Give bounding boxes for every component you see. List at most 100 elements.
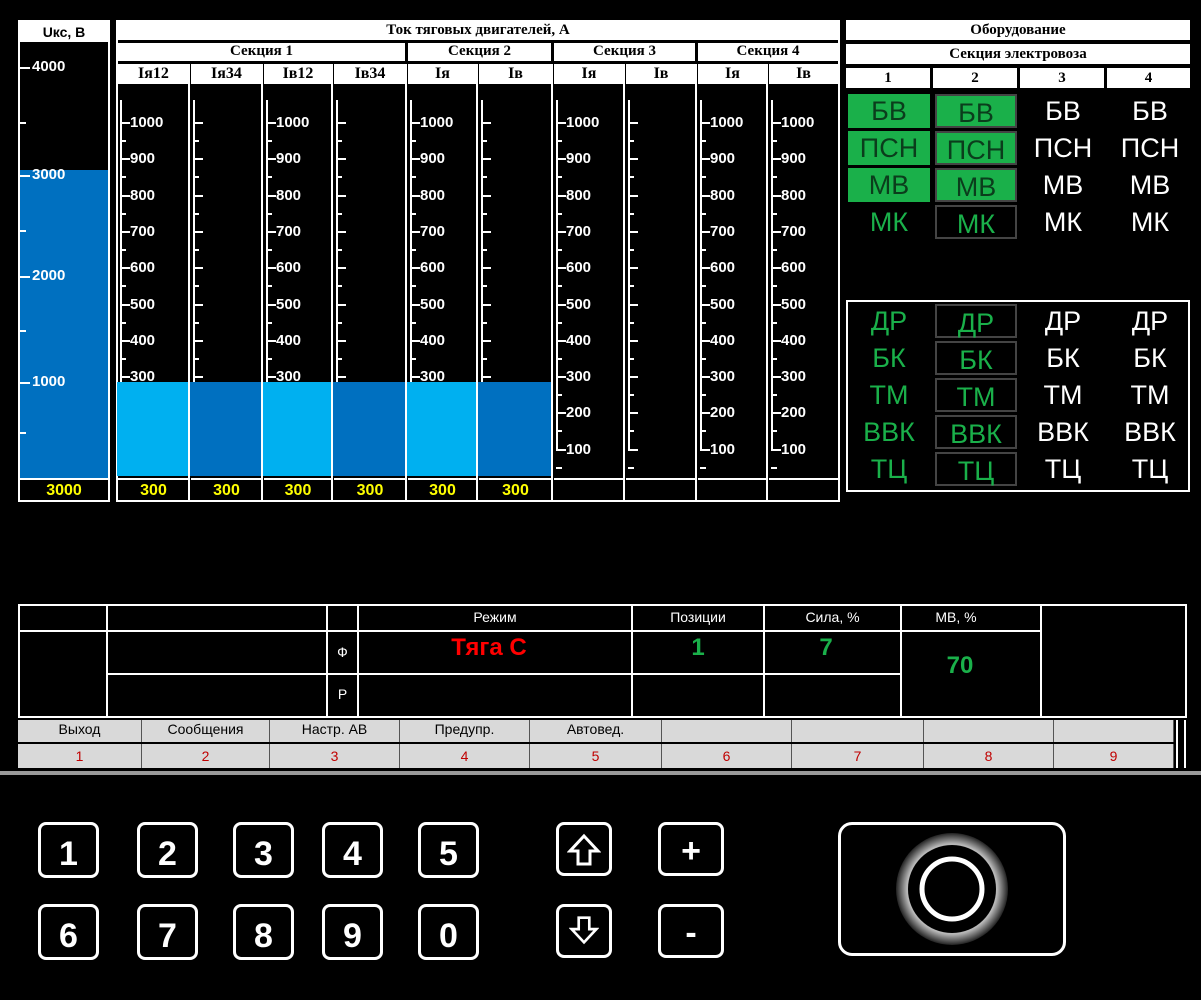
scale-tick: [266, 339, 276, 342]
scale-label: 900: [420, 150, 446, 168]
key-5[interactable]: 5: [418, 822, 479, 878]
scale-label: 900: [566, 150, 592, 168]
key-7[interactable]: 7: [137, 904, 198, 960]
current-value: 300: [118, 478, 189, 502]
scale-label: 800: [420, 186, 446, 204]
scale-minor-tick: [628, 248, 634, 251]
scale-minor-tick: [628, 285, 634, 288]
equipment-indicator: ВВК: [1124, 417, 1176, 447]
scale-label: 800: [710, 186, 736, 204]
scale-tick: [193, 230, 203, 233]
scale-minor-tick: [628, 430, 634, 433]
scale-minor-tick: [628, 140, 634, 142]
column-divider: [551, 64, 553, 502]
arrow-up-button[interactable]: [556, 822, 612, 876]
column-header: Iя: [698, 64, 767, 84]
equipment-indicator: МК: [869, 207, 909, 237]
scale-tick: [336, 194, 346, 197]
current-bar: [478, 382, 553, 476]
scale-tick: [481, 194, 491, 197]
scale-minor-tick: [628, 357, 634, 360]
scale-label: 400: [566, 331, 592, 349]
scale-label: 500: [130, 295, 156, 313]
minus-button[interactable]: -: [658, 904, 724, 958]
scale-tick: [336, 376, 346, 379]
scale-axis: [700, 100, 702, 450]
scale-label: 500: [710, 295, 736, 313]
scale-label: 600: [130, 259, 156, 277]
key-0[interactable]: 0: [418, 904, 479, 960]
scale-tick: [628, 303, 638, 306]
scale-tick: [481, 122, 491, 124]
scale-tick: [771, 448, 781, 451]
function-key-edge: [1176, 720, 1186, 768]
positions-label: Позиции: [670, 609, 726, 625]
function-key-9[interactable]: [1054, 720, 1174, 742]
scale-minor-tick: [193, 140, 199, 142]
scale-tick: [771, 339, 781, 342]
scale-minor-tick: [336, 321, 342, 324]
arrow-down-button[interactable]: [556, 904, 612, 958]
scale-tick: [120, 122, 130, 124]
function-key-5[interactable]: Автовед.: [530, 720, 662, 742]
scale-minor-tick: [771, 248, 777, 251]
function-key-1[interactable]: Выход: [18, 720, 142, 742]
scale-tick: [771, 267, 781, 270]
equipment-indicator: ТМ: [1043, 380, 1083, 410]
function-key-7[interactable]: [792, 720, 924, 742]
voltage-tick: [20, 175, 30, 177]
scale-minor-tick: [556, 212, 562, 215]
column-header: Iв: [626, 64, 696, 84]
scale-minor-tick: [556, 176, 562, 179]
key-4[interactable]: 4: [322, 822, 383, 878]
function-key-2[interactable]: Сообщения: [142, 720, 270, 742]
function-key-8[interactable]: [924, 720, 1054, 742]
rotary-knob-button[interactable]: [838, 822, 1066, 956]
voltage-minor-tick: [20, 432, 26, 434]
key-9[interactable]: 9: [322, 904, 383, 960]
scale-minor-tick: [481, 248, 487, 251]
scale-minor-tick: [628, 466, 634, 469]
scale-minor-tick: [336, 357, 342, 360]
scale-tick: [193, 376, 203, 379]
scale-label: 700: [710, 222, 736, 240]
current-value: [769, 478, 838, 502]
scale-label: 500: [276, 295, 302, 313]
equipment-indicator: БВ: [1045, 96, 1081, 126]
equipment-col-4: 4: [1107, 68, 1190, 88]
scale-label: 700: [420, 222, 446, 240]
scale-tick: [481, 339, 491, 342]
key-2[interactable]: 2: [137, 822, 198, 878]
scale-label: 400: [130, 331, 156, 349]
scale-tick: [193, 158, 203, 161]
equipment-indicator: БВ: [848, 94, 930, 128]
column-divider: [695, 64, 697, 502]
scale-minor-tick: [700, 430, 706, 433]
scale-tick: [120, 339, 130, 342]
scale-minor-tick: [266, 285, 272, 288]
scale-label: 100: [710, 440, 736, 458]
current-value: 300: [408, 478, 477, 502]
scale-minor-tick: [336, 248, 342, 251]
key-8[interactable]: 8: [233, 904, 294, 960]
function-key-6[interactable]: [662, 720, 792, 742]
key-1[interactable]: 1: [38, 822, 99, 878]
function-key-number: 9: [1054, 744, 1174, 768]
current-bar: [407, 382, 478, 476]
scale-tick: [410, 158, 420, 161]
function-key-3[interactable]: Настр. АВ: [270, 720, 400, 742]
key-6[interactable]: 6: [38, 904, 99, 960]
scale-minor-tick: [410, 321, 416, 324]
plus-button[interactable]: +: [658, 822, 724, 876]
equipment-col-2: 2: [933, 68, 1017, 88]
scale-minor-tick: [628, 394, 634, 397]
equipment-indicator: ВВК: [863, 417, 915, 447]
scale-minor-tick: [771, 357, 777, 360]
key-3[interactable]: 3: [233, 822, 294, 878]
scale-label: 300: [781, 368, 807, 386]
equipment-indicator: ПСН: [1033, 133, 1093, 163]
equipment-indicator: ДР: [870, 306, 908, 336]
voltage-value: 3000: [20, 478, 108, 502]
scale-tick: [410, 122, 420, 124]
function-key-4[interactable]: Предупр.: [400, 720, 530, 742]
